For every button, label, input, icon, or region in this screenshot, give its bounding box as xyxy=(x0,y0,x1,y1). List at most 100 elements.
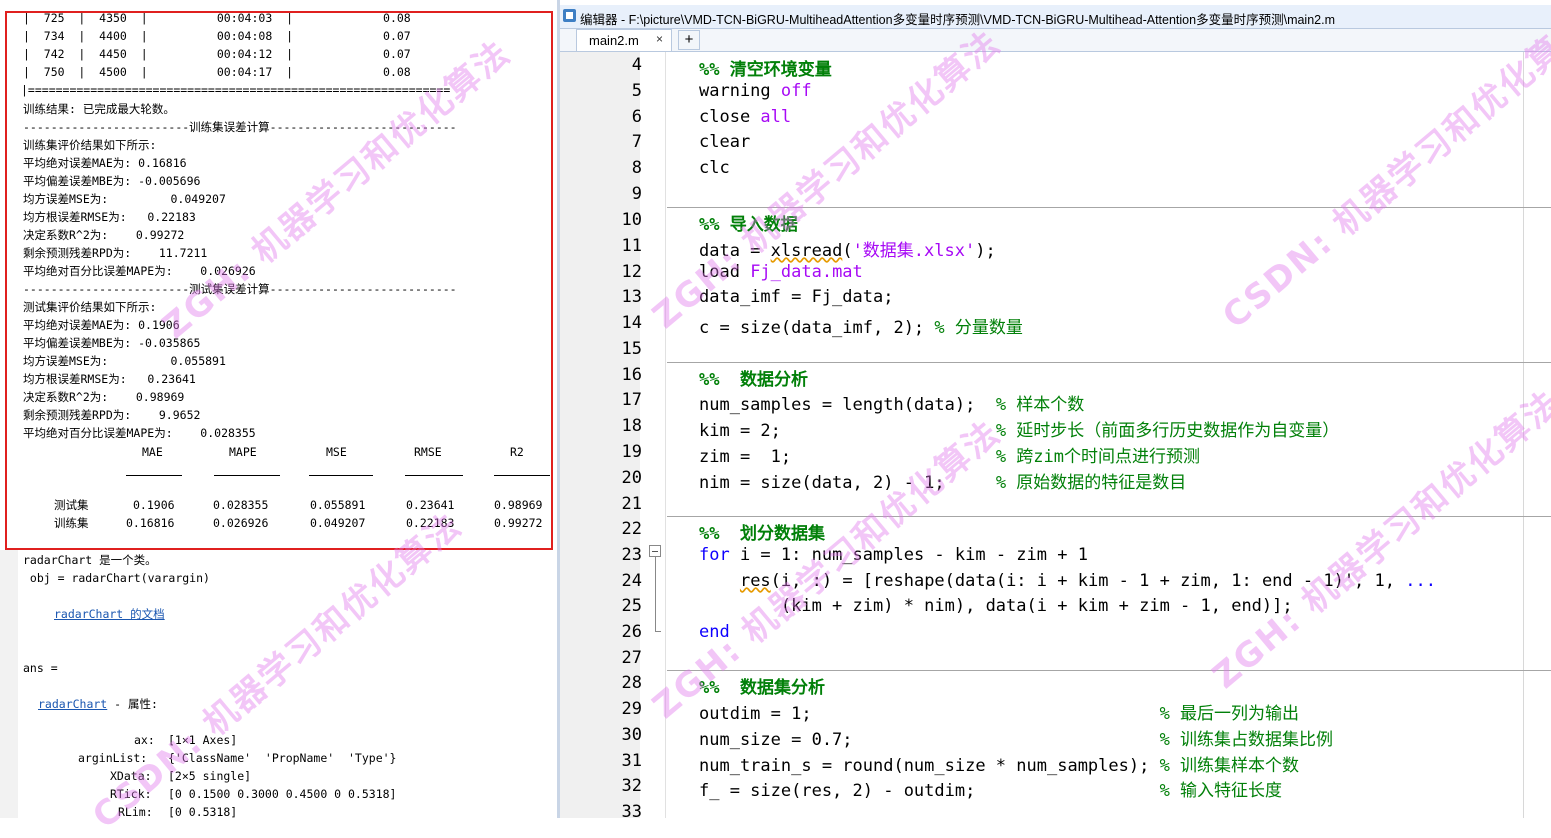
summary-cell: 0.026926 xyxy=(213,516,269,530)
editor-panel[interactable]: 编辑器 - F:\picture\VMD-TCN-BiGRU-Multihead… xyxy=(560,0,1551,818)
code-token: ); xyxy=(975,241,996,261)
editor-titlebar: 编辑器 - F:\picture\VMD-TCN-BiGRU-Multihead… xyxy=(560,5,1551,29)
radar-doc-link[interactable]: radarChart 的文档 xyxy=(54,607,165,621)
col-underline xyxy=(309,475,373,476)
prop-name: RLim: xyxy=(118,805,153,818)
test-metric-mae: 平均绝对误差MAE为: 0.1906 xyxy=(23,318,180,332)
code-line-25[interactable]: (kim + zim) * nim), data(i + kim + zim -… xyxy=(699,596,1293,616)
fold-toggle-icon[interactable] xyxy=(649,545,661,557)
cell-marker: %% xyxy=(699,370,740,390)
code-line-30[interactable]: num_size = 0.7; % 训练集占数据集比例 xyxy=(699,725,1333,750)
command-window[interactable]: | 725 | 4350 | 00:04:03 | 0.08 | 734 | 4… xyxy=(0,0,557,818)
code-comment: % 跨zim个时间点进行预测 xyxy=(995,447,1200,467)
line-number: 24 xyxy=(621,571,642,591)
gutter-divider xyxy=(665,52,666,818)
code-line-4[interactable]: %% 清空环境变量 xyxy=(699,55,832,80)
summary-cell: 0.22183 xyxy=(406,516,455,530)
cell-separator xyxy=(667,670,1551,671)
prop-name: XData: xyxy=(110,769,152,783)
iteration-row: | 750 | 4500 | 00:04:17 | 0.08 xyxy=(23,65,411,79)
code-token: xlsread xyxy=(770,241,843,261)
code-line-26[interactable]: end xyxy=(699,622,730,642)
code-line-29[interactable]: outdim = 1; % 最后一列为输出 xyxy=(699,699,1299,724)
code-line-7[interactable]: clear xyxy=(699,132,750,152)
train-eval-intro: 训练集评价结果如下所示: xyxy=(23,138,157,152)
radar-class-link[interactable]: radarChart xyxy=(38,697,107,711)
code-token: off xyxy=(780,81,812,101)
code-line-28[interactable]: %% 数据集分析 xyxy=(699,673,825,698)
code-line-17[interactable]: num_samples = length(data); % 样本个数 xyxy=(699,390,1084,415)
line-number: 19 xyxy=(621,442,642,462)
code-comment: % 输入特征长度 xyxy=(1159,781,1283,801)
line-number: 7 xyxy=(631,132,642,152)
code-line-5[interactable]: warning off xyxy=(699,81,812,101)
col-underline xyxy=(214,475,280,476)
code-line-6[interactable]: close all xyxy=(699,107,791,127)
code-line-13[interactable]: data_imf = Fj_data; xyxy=(699,287,893,307)
code-token: data = xyxy=(699,241,771,261)
iteration-row: | 725 | 4350 | 00:04:03 | 0.08 xyxy=(23,11,411,25)
line-number: 31 xyxy=(621,751,642,771)
summary-col-mae: MAE xyxy=(142,445,163,459)
summary-cell: 0.1906 xyxy=(133,498,175,512)
code-line-20[interactable]: nim = size(data, 2) - 1; % 原始数据的特征是数目 xyxy=(699,468,1186,493)
test-metric-r2: 决定系数R^2为: 0.98969 xyxy=(23,390,185,404)
code-token: close xyxy=(699,107,761,127)
summary-col-mape: MAPE xyxy=(229,445,257,459)
test-metric-mape: 平均绝对百分比误差MAPE为: 0.028355 xyxy=(23,426,256,440)
prop-value: [1×1 Axes] xyxy=(168,733,238,747)
code-line-14[interactable]: c = size(data_imf, 2); % 分量数量 xyxy=(699,313,1023,338)
code-comment: % 原始数据的特征是数目 xyxy=(995,473,1187,493)
code-line-32[interactable]: f_ = size(res, 2) - outdim; % 输入特征长度 xyxy=(699,776,1282,801)
code-token: zim = 1; xyxy=(699,447,996,467)
code-line-19[interactable]: zim = 1; % 跨zim个时间点进行预测 xyxy=(699,442,1200,467)
code-line-22[interactable]: %% 划分数据集 xyxy=(699,519,825,544)
line-number: 23 xyxy=(621,545,642,565)
left-margin-strip xyxy=(0,550,18,818)
line-number: 17 xyxy=(621,390,642,410)
radar-class-text: radarChart 是一个类。 xyxy=(23,553,157,567)
train-metric-r2: 决定系数R^2为: 0.99272 xyxy=(23,228,185,242)
code-token: (i, :) = [reshape(data(i: i + kim - 1 + … xyxy=(770,571,1406,591)
code-line-8[interactable]: clc xyxy=(699,158,730,178)
line-number: 27 xyxy=(621,648,642,668)
test-eval-intro: 测试集评价结果如下所示: xyxy=(23,300,157,314)
editor-title: 编辑器 - F:\picture\VMD-TCN-BiGRU-Multihead… xyxy=(580,13,1335,27)
train-error-header: ------------------------训练集误差计算---------… xyxy=(23,120,457,134)
line-number: 25 xyxy=(621,596,642,616)
line-number: 10 xyxy=(621,210,642,230)
train-metric-rpd: 剩余预测残差RPD为: 11.7211 xyxy=(23,246,208,260)
line-number: 26 xyxy=(621,622,642,642)
cell-title: 数据集分析 xyxy=(739,678,825,698)
code-line-16[interactable]: %% 数据分析 xyxy=(699,365,808,390)
line-number: 29 xyxy=(621,699,642,719)
code-line-23[interactable]: for i = 1: num_samples - kim - zim + 1 xyxy=(699,545,1088,565)
line-number: 9 xyxy=(631,184,642,204)
summary-col-r2: R2 xyxy=(510,445,524,459)
iteration-row: | 742 | 4450 | 00:04:12 | 0.07 xyxy=(23,47,411,61)
code-line-31[interactable]: num_train_s = round(num_size * num_sampl… xyxy=(699,751,1299,776)
props-suffix: - 属性: xyxy=(107,697,158,711)
code-token: kim = 2; xyxy=(699,421,996,441)
code-token: Fj_data.mat xyxy=(750,262,863,282)
fold-end xyxy=(655,631,661,632)
code-line-10[interactable]: %% 导入数据 xyxy=(699,210,798,235)
add-tab-button[interactable]: + xyxy=(678,30,700,50)
code-comment: % 分量数量 xyxy=(934,318,1023,338)
code-token: ( xyxy=(842,241,853,261)
tab-main2[interactable]: main2.m × xyxy=(576,29,672,51)
line-number: 16 xyxy=(621,365,642,385)
close-icon[interactable]: × xyxy=(656,32,663,46)
code-line-11[interactable]: data = xlsread('数据集.xlsx'); xyxy=(699,236,996,261)
code-token: num_samples = length(data); xyxy=(699,395,996,415)
code-token: nim = size(data, 2) - 1; xyxy=(699,473,996,493)
summary-col-mse: MSE xyxy=(326,445,347,459)
train-metric-mse: 均方误差MSE为: 0.049207 xyxy=(23,192,226,206)
summary-cell: 0.23641 xyxy=(406,498,455,512)
code-comment: % 训练集样本个数 xyxy=(1159,756,1300,776)
code-line-12[interactable]: load Fj_data.mat xyxy=(699,262,863,282)
code-comment: % 样本个数 xyxy=(995,395,1085,415)
code-token: outdim = 1; xyxy=(699,704,1160,724)
code-line-18[interactable]: kim = 2; % 延时步长（前面多行历史数据作为自变量） xyxy=(699,416,1339,441)
code-line-24[interactable]: res(i, :) = [reshape(data(i: i + kim - 1… xyxy=(699,571,1436,591)
